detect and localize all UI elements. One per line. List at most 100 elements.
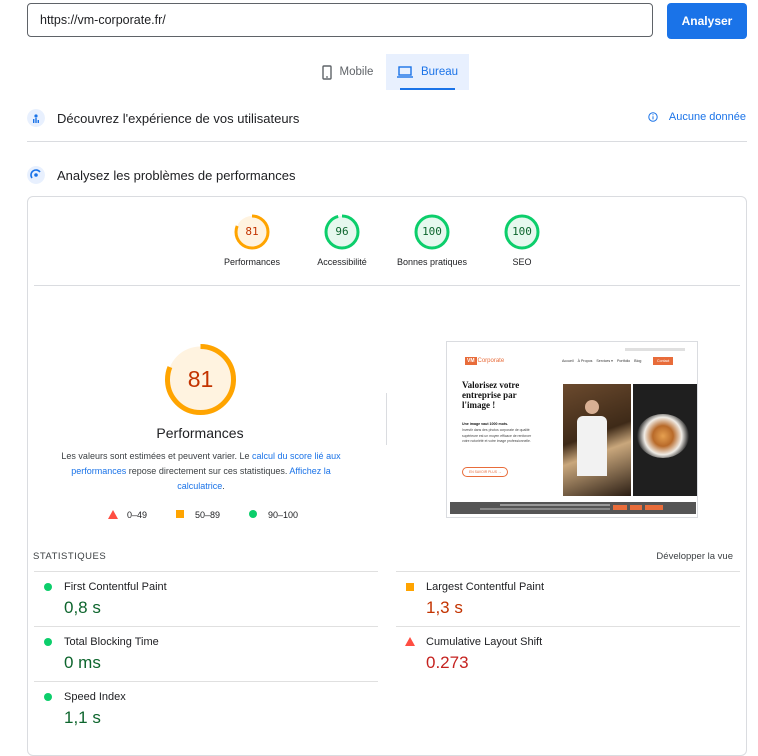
- good-circle-icon: [249, 510, 257, 518]
- site-nav-item: À Propos: [577, 359, 593, 363]
- vertical-divider: [386, 393, 387, 445]
- cookie-text-line: [480, 508, 610, 510]
- score-description: Les valeurs sont estimées et peuvent var…: [58, 449, 344, 494]
- site-nav-item: Accueil: [562, 359, 574, 363]
- legend-bad-label: 0–49: [127, 510, 148, 520]
- no-data-link[interactable]: Aucune donnée: [648, 111, 746, 123]
- divider: [27, 141, 747, 142]
- site-contact-button: Contact: [653, 357, 674, 365]
- stat-name: Cumulative Layout Shift: [426, 636, 543, 648]
- score-value: 100: [422, 225, 442, 238]
- cookie-settings-button: [645, 505, 663, 510]
- tab-desktop-label: Bureau: [420, 66, 459, 78]
- site-body-text: Investir dans des photos corporate de qu…: [462, 428, 532, 443]
- divider: [34, 285, 740, 286]
- tab-desktop[interactable]: Bureau: [386, 54, 469, 90]
- site-logo-badge: VM: [465, 357, 477, 365]
- site-cta-button: EN SAVOIR PLUS →: [462, 467, 509, 477]
- lab-section-header: Analysez les problèmes de performances: [27, 166, 295, 184]
- average-square-icon: [176, 510, 184, 518]
- stats-header: STATISTIQUES: [33, 551, 107, 562]
- good-circle-icon: [44, 638, 52, 646]
- cookie-text-line: [500, 504, 610, 506]
- url-input[interactable]: https://vm-corporate.fr/: [27, 3, 653, 37]
- good-circle-icon: [44, 583, 52, 591]
- bad-triangle-icon: [405, 637, 415, 646]
- stat-name: Speed Index: [64, 691, 126, 703]
- score-label: Performances: [223, 257, 281, 267]
- legend-average-label: 50–89: [195, 510, 221, 520]
- stat-item: Total Blocking Time 0 ms: [34, 626, 378, 681]
- stat-item: Cumulative Layout Shift 0.273: [396, 626, 740, 681]
- stat-divider: [34, 626, 378, 627]
- lab-section-title: Analysez les problèmes de performances: [57, 167, 296, 183]
- score-gauge[interactable]: 81 Performances: [207, 213, 297, 267]
- photo-chef-jacket: [577, 416, 607, 476]
- score-value: 81: [245, 225, 259, 238]
- score-label: SEO: [512, 257, 532, 267]
- info-icon: [648, 112, 658, 122]
- stat-item: Largest Contentful Paint 1,3 s: [396, 571, 740, 626]
- good-circle-icon: [44, 693, 52, 701]
- site-headline: Valorisez votre entreprise par l'image !: [462, 380, 520, 410]
- smartphone-icon: [321, 64, 332, 80]
- active-tab-indicator: [400, 88, 455, 90]
- stat-name: First Contentful Paint: [64, 581, 167, 593]
- users-experience-icon: [27, 109, 45, 127]
- stat-value: 1,3 s: [426, 598, 463, 617]
- stat-divider: [396, 626, 740, 627]
- stat-name: Total Blocking Time: [64, 636, 159, 648]
- tab-mobile[interactable]: Mobile: [309, 54, 386, 90]
- expand-view-link[interactable]: Développer la vue: [656, 551, 733, 562]
- site-logo: VM Corporate: [465, 357, 504, 365]
- cookie-refuse-button: [630, 505, 642, 510]
- stat-item: Speed Index 1,1 s: [34, 681, 378, 736]
- stat-value: 1,1 s: [64, 708, 101, 727]
- stat-divider: [34, 571, 378, 572]
- tab-mobile-label: Mobile: [339, 66, 374, 78]
- bad-triangle-icon: [108, 510, 118, 519]
- score-value: 96: [335, 225, 349, 238]
- cookie-accept-button: [613, 505, 627, 510]
- site-nav-item: Blog: [634, 359, 642, 363]
- desc-text-3: .: [222, 481, 225, 491]
- field-section-title: Découvrez l'expérience de vos utilisateu…: [57, 110, 300, 126]
- score-value: 100: [512, 225, 532, 238]
- score-label: Bonnes pratiques: [396, 257, 468, 267]
- stat-value: 0,8 s: [64, 598, 101, 617]
- photo-dish: [633, 384, 697, 496]
- score-gauge[interactable]: 100 Bonnes pratiques: [387, 213, 477, 267]
- stat-divider: [34, 681, 378, 682]
- performance-diagnose-icon: [27, 166, 45, 184]
- main-gauge-label: Performances: [156, 425, 244, 441]
- stat-divider: [396, 571, 740, 572]
- field-section-header: Découvrez l'expérience de vos utilisateu…: [27, 109, 299, 127]
- photo-chef-head: [585, 400, 599, 414]
- main-score-value: 81: [187, 366, 214, 392]
- site-nav: Accueil À Propos Services ▾ Portfolio Blog: [562, 359, 641, 363]
- site-nav-item: Portfolio: [616, 359, 631, 363]
- photo-dish-plate: [637, 414, 689, 458]
- no-data-label: Aucune donnée: [668, 111, 746, 123]
- stat-item: First Contentful Paint 0,8 s: [34, 571, 378, 626]
- stat-value: 0.273: [426, 653, 469, 672]
- cookie-banner: [450, 502, 696, 514]
- score-gauges: 81 Performances 96 Accessibilité 100 Bonnes p…: [207, 213, 567, 273]
- page-screenshot: VM Corporate Accueil À Propos Services ▾ Po…: [446, 341, 698, 518]
- topbar-contact-strip: [625, 348, 685, 351]
- analyze-button[interactable]: Analyser: [667, 3, 747, 39]
- stat-name: Largest Contentful Paint: [426, 581, 545, 593]
- site-logo-text: Corporate: [477, 358, 505, 364]
- desc-text-1: Les valeurs sont estimées et peuvent var…: [61, 451, 253, 461]
- main-performance-gauge: 81: [163, 342, 238, 417]
- laptop-icon: [396, 66, 413, 78]
- stat-value: 0 ms: [64, 653, 101, 672]
- site-nav-item: Services ▾: [596, 359, 613, 363]
- legend-good-label: 90–100: [268, 510, 299, 520]
- average-square-icon: [406, 583, 414, 591]
- score-gauge[interactable]: 96 Accessibilité: [297, 213, 387, 267]
- score-gauge[interactable]: 100 SEO: [477, 213, 567, 267]
- site-subhead: Une image vaut 1000 mots.: [462, 422, 509, 426]
- photo-chef: [563, 384, 631, 496]
- desc-text-2: repose directement sur ces statistiques.: [126, 466, 290, 476]
